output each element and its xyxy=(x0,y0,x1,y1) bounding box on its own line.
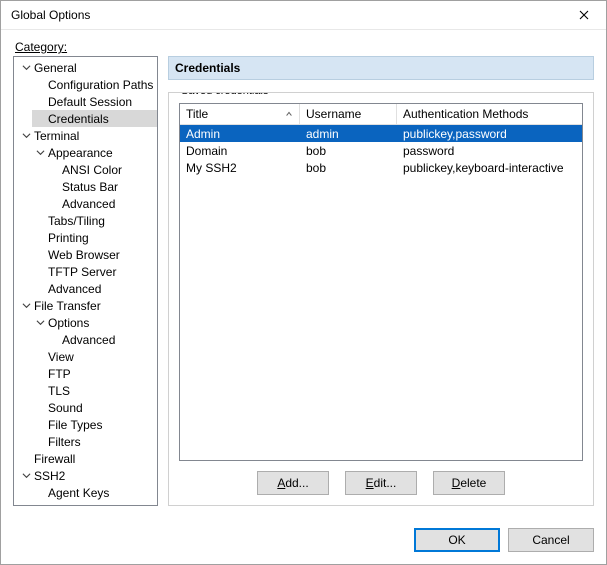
category-label: Category: xyxy=(15,40,594,54)
cell-username: bob xyxy=(300,144,397,158)
cell-title: Domain xyxy=(180,144,300,158)
chevron-down-icon[interactable] xyxy=(20,130,32,142)
chevron-down-icon[interactable] xyxy=(20,470,32,482)
tree-item-ftp[interactable]: FTP xyxy=(32,365,157,382)
tree-item-configuration-paths[interactable]: Configuration Paths xyxy=(32,76,157,93)
content-area: General Configuration Paths Default Sess… xyxy=(13,56,594,506)
tree-item-file-types[interactable]: File Types xyxy=(32,416,157,433)
cancel-button[interactable]: Cancel xyxy=(508,528,594,552)
dialog-body: Category: General Configuration Paths De… xyxy=(1,30,606,518)
window-title: Global Options xyxy=(11,8,90,22)
tree-item-ssh-host-keys[interactable]: SSH Host Keys xyxy=(18,501,157,506)
table-row[interactable]: Adminadminpublickey,password xyxy=(180,125,582,142)
tree-item-web-browser[interactable]: Web Browser xyxy=(32,246,157,263)
add-button[interactable]: Add... xyxy=(257,471,329,495)
sort-asc-icon xyxy=(285,107,293,121)
cell-title: My SSH2 xyxy=(180,161,300,175)
dialog-window: Global Options Category: General Configu… xyxy=(0,0,607,565)
cell-title: Admin xyxy=(180,127,300,141)
tree-item-status-bar[interactable]: Status Bar xyxy=(46,178,157,195)
tree-item-agent-keys[interactable]: Agent Keys xyxy=(32,484,157,501)
credentials-table: Title Username Authentication Methods Ad… xyxy=(179,103,583,461)
tree-item-firewall[interactable]: Firewall xyxy=(18,450,157,467)
group-title: Saved credentials xyxy=(177,92,272,97)
tree-item-printing[interactable]: Printing xyxy=(32,229,157,246)
cell-auth: publickey,keyboard-interactive xyxy=(397,161,582,175)
tree-item-options-advanced[interactable]: Advanced xyxy=(46,331,157,348)
tree-item-ansi-color[interactable]: ANSI Color xyxy=(46,161,157,178)
tree-item-appearance[interactable]: Appearance xyxy=(32,144,157,161)
cell-auth: password xyxy=(397,144,582,158)
tree-item-file-transfer[interactable]: File Transfer xyxy=(18,297,157,314)
tree-item-general[interactable]: General xyxy=(18,59,157,76)
tree-item-view[interactable]: View xyxy=(32,348,157,365)
cell-auth: publickey,password xyxy=(397,127,582,141)
column-header-auth[interactable]: Authentication Methods xyxy=(397,104,582,124)
tree-item-terminal[interactable]: Terminal xyxy=(18,127,157,144)
tree-item-filters[interactable]: Filters xyxy=(32,433,157,450)
category-tree[interactable]: General Configuration Paths Default Sess… xyxy=(13,56,158,506)
tree-item-credentials[interactable]: Credentials xyxy=(32,110,157,127)
tree-item-default-session[interactable]: Default Session xyxy=(32,93,157,110)
cell-username: admin xyxy=(300,127,397,141)
chevron-down-icon[interactable] xyxy=(34,317,46,329)
column-header-title[interactable]: Title xyxy=(180,104,300,124)
table-row[interactable]: Domainbobpassword xyxy=(180,142,582,159)
group-button-row: Add... Edit... Delete xyxy=(179,471,583,495)
tree-item-tabs-tiling[interactable]: Tabs/Tiling xyxy=(32,212,157,229)
column-header-username[interactable]: Username xyxy=(300,104,397,124)
delete-button[interactable]: Delete xyxy=(433,471,505,495)
table-body: Adminadminpublickey,passwordDomainbobpas… xyxy=(180,125,582,460)
saved-credentials-group: Saved credentials Title Username Au xyxy=(168,92,594,506)
settings-panel: Credentials Saved credentials Title User… xyxy=(168,56,594,506)
chevron-down-icon[interactable] xyxy=(34,147,46,159)
table-header: Title Username Authentication Methods xyxy=(180,104,582,125)
chevron-down-icon[interactable] xyxy=(20,300,32,312)
table-row[interactable]: My SSH2bobpublickey,keyboard-interactive xyxy=(180,159,582,176)
tree-item-tls[interactable]: TLS xyxy=(32,382,157,399)
tree-item-tftp-server[interactable]: TFTP Server xyxy=(32,263,157,280)
tree-item-options[interactable]: Options xyxy=(32,314,157,331)
tree-item-sound[interactable]: Sound xyxy=(32,399,157,416)
title-bar: Global Options xyxy=(1,1,606,30)
ok-button[interactable]: OK xyxy=(414,528,500,552)
close-button[interactable] xyxy=(561,1,606,29)
edit-button[interactable]: Edit... xyxy=(345,471,417,495)
dialog-footer: OK Cancel xyxy=(1,518,606,564)
tree-item-ssh2[interactable]: SSH2 xyxy=(18,467,157,484)
tree-item-appearance-advanced[interactable]: Advanced xyxy=(46,195,157,212)
cell-username: bob xyxy=(300,161,397,175)
tree-item-terminal-advanced[interactable]: Advanced xyxy=(32,280,157,297)
panel-title: Credentials xyxy=(168,56,594,80)
chevron-down-icon[interactable] xyxy=(20,62,32,74)
close-icon xyxy=(579,10,589,20)
